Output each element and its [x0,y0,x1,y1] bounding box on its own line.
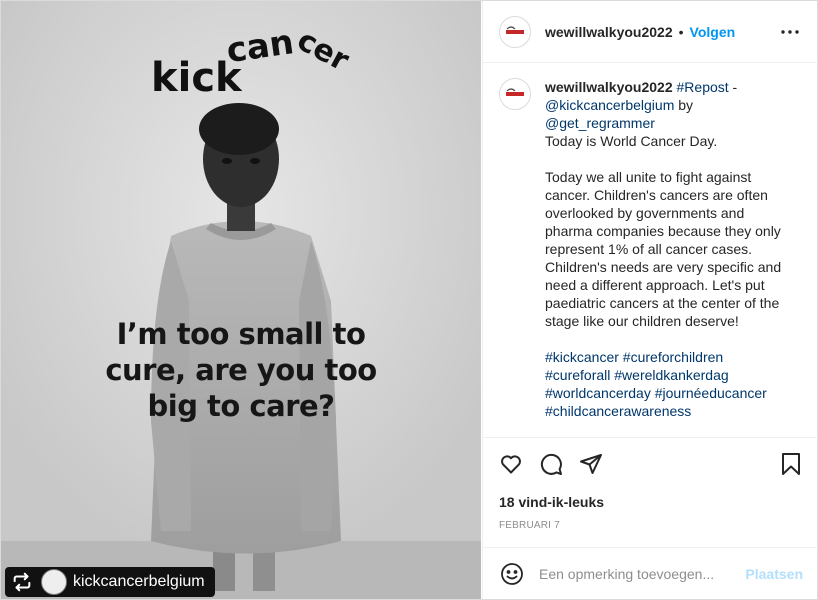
hashtags-line-1[interactable]: #kickcancer #cureforchildren [545,348,795,366]
emoji-smile-icon[interactable] [499,561,525,587]
bookmark-icon[interactable] [779,452,803,476]
heart-icon[interactable] [499,452,523,476]
comment-bubble-icon[interactable] [539,452,563,476]
repost-username: kickcancerbelgium [73,573,205,590]
headline-line-1: I’m too small to [116,317,366,351]
action-bar [499,438,803,490]
repost-hashtag[interactable]: #Repost [677,79,729,95]
repost-icon [9,569,35,595]
repost-avatar [41,569,67,595]
caption: wewillwalkyou2022 #Repost - @kickcancerb… [499,78,803,420]
post-image[interactable]: kick can cer I’m too small to cure, are … [1,1,481,599]
follow-button[interactable]: Volgen [690,24,736,40]
image-headline: I’m too small to cure, are you too big t… [61,316,421,424]
hashtags-line-2[interactable]: #cureforall #wereldkankerdag [545,366,795,384]
hashtags-line-4[interactable]: #childcancerawareness [545,402,795,420]
caption-dash: - [728,79,738,95]
caption-line-1: Today is World Cancer Day. [545,133,718,149]
headline-line-2: cure, are you too [105,353,377,387]
child-photo: kick can cer [1,1,481,599]
post-header: wewillwalkyou2022 • Volgen [483,1,818,63]
hashtags-line-3[interactable]: #worldcancerday #journéeducancer [545,384,795,402]
mention-source[interactable]: @kickcancerbelgium [545,97,674,113]
more-dots-icon[interactable] [778,20,802,44]
caption-avatar[interactable] [499,78,531,110]
comments-area[interactable]: wewillwalkyou2022 #Repost - @kickcancerb… [483,64,818,436]
author-username[interactable]: wewillwalkyou2022 [545,24,673,40]
author-avatar[interactable] [499,15,531,48]
header-separator: • [678,23,684,40]
caption-by: by [674,97,694,113]
post-date[interactable]: FEBRUARI 7 [499,520,803,531]
paper-plane-icon[interactable] [579,452,603,476]
post-comment-button[interactable]: Plaatsen [745,566,803,582]
post-side-panel: wewillwalkyou2022 • Volgen wewillwalkyou… [482,1,818,599]
post-modal: kick can cer I’m too small to cure, are … [0,0,818,600]
add-comment-bar: Plaatsen [483,547,818,599]
repost-credit-tag[interactable]: kickcancerbelgium [5,567,215,597]
mention-app[interactable]: @get_regrammer [545,115,655,131]
caption-text: wewillwalkyou2022 #Repost - @kickcancerb… [545,78,795,420]
caption-username[interactable]: wewillwalkyou2022 [545,79,673,95]
likes-count[interactable]: 18 vind-ik-leuks [499,494,803,510]
post-actions: 18 vind-ik-leuks FEBRUARI 7 [483,437,818,547]
comment-input[interactable] [539,565,746,582]
caption-paragraph-2: Today we all unite to fight against canc… [545,169,782,329]
headline-line-3: big to care? [147,389,336,423]
